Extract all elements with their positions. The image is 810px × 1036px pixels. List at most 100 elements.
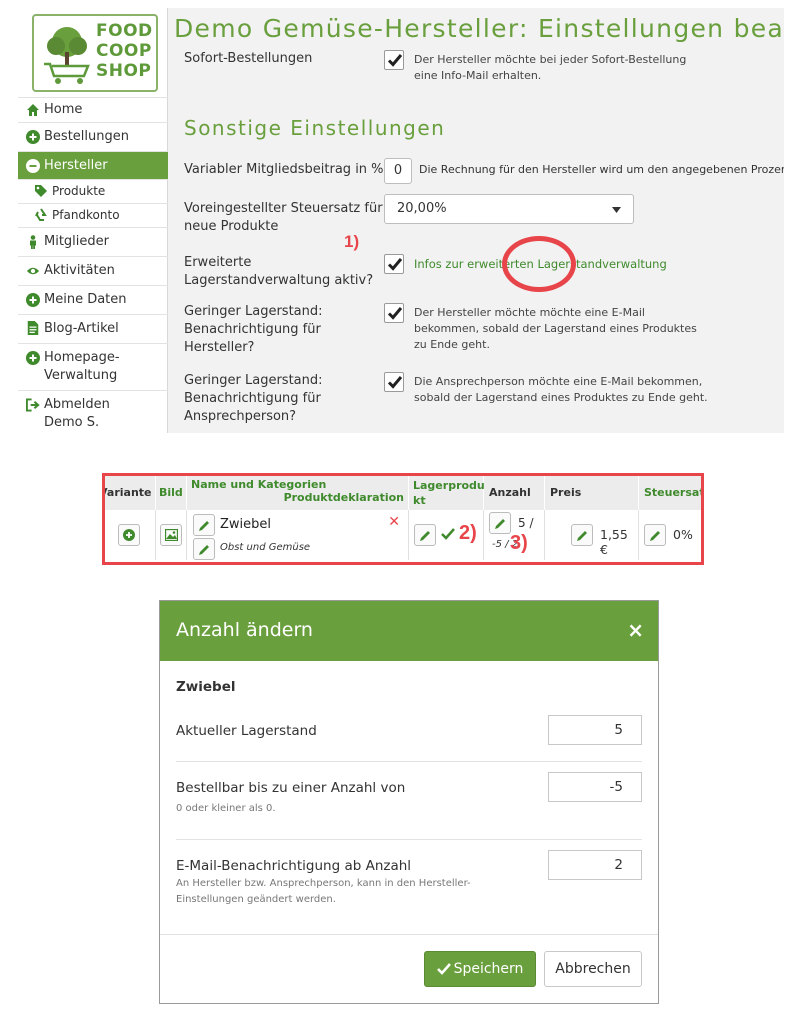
cancel-button[interactable]: Abbrechen	[544, 951, 642, 987]
sidebar-item-homepage-verwaltung[interactable]: Homepage- Verwaltung	[18, 343, 168, 390]
label-line: Hersteller?	[184, 340, 255, 355]
fee-input[interactable]: 0	[384, 158, 412, 184]
sidebar-item-home[interactable]: Home	[18, 97, 168, 122]
edit-price-button[interactable]	[571, 524, 593, 546]
page-title: Demo Gemüse-Hersteller: Einstellungen be…	[174, 14, 784, 43]
sidebar-item-bestellungen[interactable]: Bestellungen	[18, 122, 168, 151]
edit-stock-product-button[interactable]	[414, 524, 436, 546]
help-line: An Hersteller bzw. Ansprechperson, kann …	[176, 878, 471, 889]
logo-line-2: COOP	[96, 41, 152, 61]
fee-label: Variabler Mitgliedsbeitrag in %	[184, 162, 384, 177]
product-name: Zwiebel	[220, 517, 272, 532]
annotation-1: 1)	[344, 232, 360, 251]
price-value: 1,55 €	[600, 527, 628, 557]
cell-anzahl: 5 / -5 / 2 3)	[484, 510, 545, 560]
current-stock-input[interactable]: 5	[548, 715, 642, 745]
sidebar-item-mitglieder[interactable]: Mitglieder	[18, 227, 168, 256]
low-stock-manufacturer-checkbox[interactable]	[384, 303, 404, 323]
checkmark-icon	[387, 376, 403, 389]
stock-management-checkbox[interactable]	[384, 254, 404, 274]
tax-select[interactable]: 20,00%	[384, 194, 634, 224]
caret-down-icon	[612, 207, 621, 213]
desc-line: zu Ende geht.	[414, 338, 490, 351]
sidebar-item-label-line-2: Verwaltung	[44, 368, 118, 383]
sidebar-item-meine-daten[interactable]: Meine Daten	[18, 285, 168, 314]
cell-steuersatz: 0%	[639, 510, 701, 560]
footer-separator	[160, 934, 658, 935]
delete-declaration-x-icon[interactable]: ✕	[388, 514, 400, 530]
header-bild[interactable]: Bild	[156, 476, 187, 510]
header-anzahl: Anzahl	[484, 476, 545, 510]
desc-line: bekommen, sobald der Lagerstand eines Pr…	[414, 322, 697, 335]
cell-lagerprodukt: 2)	[409, 510, 484, 560]
sidebar-item-label-line-2: Demo S.	[44, 415, 100, 430]
modal-title: Anzahl ändern	[176, 619, 313, 641]
low-stock-contact-checkbox[interactable]	[384, 372, 404, 392]
header-name[interactable]: Name und Kategorien Produktdeklaration	[187, 476, 409, 510]
separator	[176, 839, 642, 840]
modal-product-name: Zwiebel	[176, 679, 236, 695]
edit-amount-button[interactable]	[489, 512, 511, 534]
eye-icon	[26, 267, 40, 275]
tags-icon	[35, 185, 47, 197]
edit-tax-button[interactable]	[644, 524, 666, 546]
header-variante: Variante	[105, 476, 156, 510]
sidebar-item-label: Aktivitäten	[44, 263, 115, 278]
help-line: Einstellungen geändert werden.	[176, 894, 336, 905]
tax-value: 0%	[673, 527, 693, 542]
logo-text: FOOD COOP SHOP	[96, 21, 153, 81]
separator	[176, 761, 642, 762]
email-notification-input[interactable]: 2	[548, 850, 642, 880]
checkmark-icon	[387, 54, 403, 67]
cell-preis: 1,55 €	[545, 510, 639, 560]
sidebar-item-blog-artikel[interactable]: Blog-Artikel	[18, 314, 168, 343]
image-button[interactable]	[160, 524, 182, 546]
amount-line-1: 5 /	[518, 516, 534, 530]
checkmark-icon	[441, 528, 455, 540]
edit-category-button[interactable]	[193, 538, 215, 560]
logo-line-3: SHOP	[96, 61, 152, 81]
close-icon[interactable]: ×	[627, 618, 644, 642]
tax-select-value: 20,00%	[397, 201, 447, 216]
header-preis: Preis	[545, 476, 639, 510]
change-amount-modal: Anzahl ändern × Zwiebel Aktueller Lagers…	[159, 600, 659, 1004]
sidebar-item-aktivitaeten[interactable]: Aktivitäten	[18, 256, 168, 285]
sidebar-item-label: Meine Daten	[44, 292, 127, 307]
modal-header: Anzahl ändern ×	[160, 601, 658, 661]
sidebar-item-abmelden[interactable]: Abmelden Demo S.	[18, 390, 168, 433]
orderable-until-input[interactable]: -5	[548, 772, 642, 802]
product-category: Obst und Gemüse	[220, 542, 311, 553]
logo[interactable]: FOOD COOP SHOP	[32, 14, 158, 92]
sidebar-item-hersteller[interactable]: Hersteller	[18, 151, 168, 179]
add-variant-button[interactable]	[118, 524, 140, 546]
save-button[interactable]: Speichern	[424, 951, 536, 987]
product-table: Variante Bild Name und Kategorien Produk…	[105, 476, 701, 562]
sofort-checkbox[interactable]	[384, 50, 404, 70]
cell-variante	[105, 510, 156, 560]
plus-circle-icon	[26, 351, 40, 365]
low-stock-manufacturer-description: Der Hersteller möchte möchte eine E-Mail…	[414, 305, 697, 353]
header-lagerprodukt[interactable]: Lagerprodu kt	[409, 476, 485, 510]
header-steuersatz[interactable]: Steuersatz	[639, 476, 701, 510]
person-icon	[30, 235, 36, 249]
pencil-icon	[577, 531, 587, 541]
edit-name-button[interactable]	[193, 514, 215, 536]
desc-line: Der Hersteller möchte bei jeder Sofort-B…	[414, 53, 687, 66]
sidebar-subitem-produkte[interactable]: Produkte	[18, 179, 168, 203]
sidebar-item-label: Mitglieder	[44, 234, 109, 249]
settings-screenshot: FOOD COOP SHOP Home Bestellungen Herstel…	[18, 8, 784, 433]
section-title-sonstige: Sonstige Einstellungen	[184, 116, 446, 140]
label-line: Ansprechperson?	[184, 409, 297, 424]
pencil-icon	[650, 531, 660, 541]
cell-name: Zwiebel ✕ Obst und Gemüse	[187, 510, 409, 560]
header-lager-line: Lagerprodu	[413, 479, 485, 492]
low-stock-contact-description: Die Ansprechperson möchte eine E-Mail be…	[414, 374, 708, 406]
sidebar-item-label: Bestellungen	[44, 129, 129, 144]
pencil-icon	[420, 531, 430, 541]
stock-label-line: Erweiterte	[184, 255, 252, 270]
checkmark-icon	[436, 963, 451, 975]
sofort-label: Sofort-Bestellungen	[184, 51, 313, 66]
settings-content: Demo Gemüse-Hersteller: Einstellungen be…	[168, 8, 784, 433]
email-notification-help: An Hersteller bzw. Ansprechperson, kann …	[176, 876, 471, 908]
sidebar-subitem-pfandkonto[interactable]: Pfandkonto	[18, 203, 168, 227]
